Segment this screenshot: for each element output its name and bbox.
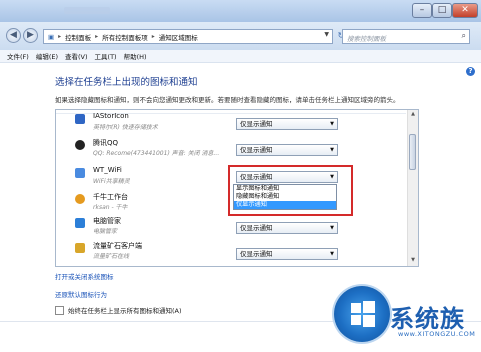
chevron-down-icon: ▼: [330, 147, 334, 153]
item-name: WT_WiFi: [93, 166, 122, 174]
select-value: 仅显示通知: [240, 120, 273, 128]
chevron-down-icon: ▼: [330, 225, 334, 231]
close-button[interactable]: ✕: [452, 3, 478, 18]
page-title: 选择在任务栏上出现的图标和通知: [55, 77, 198, 88]
gem-icon: [75, 243, 85, 253]
item-subtitle: 英特尔(R) 快速存储技术: [93, 124, 158, 131]
help-icon[interactable]: ?: [466, 67, 475, 76]
page-description: 如果选择隐藏图标和通知，则不会向您通知更改和更新。若要随时查看隐藏的图标，请单击…: [55, 96, 400, 104]
behavior-select[interactable]: 仅显示通知 ▼: [236, 118, 338, 130]
breadcrumb-separator-icon: ▸: [95, 33, 99, 40]
back-button[interactable]: ◀: [6, 28, 21, 43]
item-name: 流量矿石客户端: [93, 242, 142, 250]
link-restore-defaults[interactable]: 还原默认图标行为: [55, 289, 107, 299]
item-subtitle: rksan - 千牛: [93, 204, 128, 211]
item-subtitle: 流量矿石在线: [93, 253, 130, 260]
title-bar: – □ ✕: [0, 0, 481, 23]
search-icon[interactable]: ⌕: [462, 31, 466, 41]
forward-arrow-icon: ▶: [27, 30, 34, 40]
search-placeholder: 搜索控制面板: [347, 35, 386, 43]
link-system-icons[interactable]: 打开或关闭系统图标: [55, 271, 114, 281]
qq-penguin-icon: [75, 140, 85, 150]
breadcrumb-control-panel[interactable]: 控制面板: [65, 32, 91, 42]
select-value: 仅显示通知: [240, 250, 273, 258]
list-item-qq: 腾讯QQ QQ: Recome(473441001) 声音: 关闭 消息... …: [72, 138, 392, 160]
always-show-all-checkbox[interactable]: 始终在任务栏上显示所有图标和通知(A): [55, 305, 182, 315]
list-item-traffic-mine: 流量矿石客户端 流量矿石在线 仅显示通知 ▼: [72, 241, 392, 263]
item-subtitle: QQ: Recome(473441001) 声音: 关闭 消息...: [93, 150, 220, 157]
list-scrollbar[interactable]: ▲ ▼: [407, 110, 418, 266]
menu-help[interactable]: 帮助(H): [124, 51, 147, 61]
select-value: 仅显示通知: [240, 146, 273, 154]
breadcrumb-notification-icons[interactable]: 通知区域图标: [159, 32, 198, 42]
select-value: 仅显示通知: [240, 224, 273, 232]
address-bar[interactable]: ▣ ▸ 控制面板 ▸ 所有控制面板项 ▸ 通知区域图标 ▼: [43, 29, 333, 44]
menu-file[interactable]: 文件(F): [7, 51, 29, 61]
windows-logo-icon: [334, 286, 390, 342]
list-item-pc-manager: 电脑管家 电脑管家 仅显示通知 ▼: [72, 216, 392, 238]
behavior-select[interactable]: 仅显示通知 ▼: [236, 144, 338, 156]
breadcrumb-all-items[interactable]: 所有控制面板项: [102, 32, 148, 42]
search-box[interactable]: 搜索控制面板 ⌕: [342, 29, 470, 44]
address-row: ◀ ▶ ▣ ▸ 控制面板 ▸ 所有控制面板项 ▸ 通知区域图标 ▼ ↻ 搜索控制…: [0, 22, 481, 50]
shield-icon: [75, 218, 85, 228]
watermark-brand: 系统族: [390, 305, 465, 333]
qianniu-icon: [75, 194, 85, 204]
iastor-icon: [75, 114, 85, 124]
chevron-down-icon: ▼: [330, 121, 334, 127]
address-dropdown-icon[interactable]: ▼: [324, 31, 329, 38]
minimize-button[interactable]: –: [412, 3, 432, 18]
site-watermark-logo: 系统族 www.XITONGZU.COM: [334, 286, 481, 352]
scroll-thumb[interactable]: [409, 134, 416, 170]
item-name: 千牛工作台: [93, 193, 128, 201]
menu-tools[interactable]: 工具(T): [95, 51, 117, 61]
scroll-down-icon[interactable]: ▼: [409, 257, 417, 265]
breadcrumb-separator-icon: ▸: [58, 33, 62, 40]
checkbox-label: 始终在任务栏上显示所有图标和通知(A): [68, 307, 182, 315]
item-name: 电脑管家: [93, 217, 121, 225]
maximize-button[interactable]: □: [432, 3, 452, 18]
control-panel-icon: ▣: [48, 32, 55, 41]
item-subtitle: 电脑管家: [93, 228, 118, 235]
scroll-up-icon[interactable]: ▲: [409, 111, 417, 119]
item-name: 腾讯QQ: [93, 139, 119, 147]
chevron-down-icon: ▼: [330, 251, 334, 257]
item-name: IAStorIcon: [93, 112, 129, 120]
forward-button[interactable]: ▶: [23, 28, 38, 43]
menu-view[interactable]: 查看(V): [65, 51, 88, 61]
highlight-annotation-box: [228, 165, 353, 216]
watermark-url: www.XITONGZU.COM: [398, 330, 476, 338]
back-arrow-icon: ◀: [10, 30, 17, 40]
wifi-icon: [75, 168, 85, 178]
menu-edit[interactable]: 编辑(E): [36, 51, 58, 61]
window-title-blurred: [64, 7, 110, 14]
behavior-select[interactable]: 仅显示通知 ▼: [236, 248, 338, 260]
list-item-iastoricon: IAStorIcon 英特尔(R) 快速存储技术 仅显示通知 ▼: [72, 112, 392, 134]
breadcrumb-separator-icon: ▸: [151, 33, 155, 40]
checkbox-box[interactable]: [55, 305, 64, 315]
menu-bar: 文件(F) 编辑(E) 查看(V) 工具(T) 帮助(H): [0, 50, 481, 63]
item-subtitle: WiFi共享精灵: [93, 178, 130, 185]
behavior-select[interactable]: 仅显示通知 ▼: [236, 222, 338, 234]
